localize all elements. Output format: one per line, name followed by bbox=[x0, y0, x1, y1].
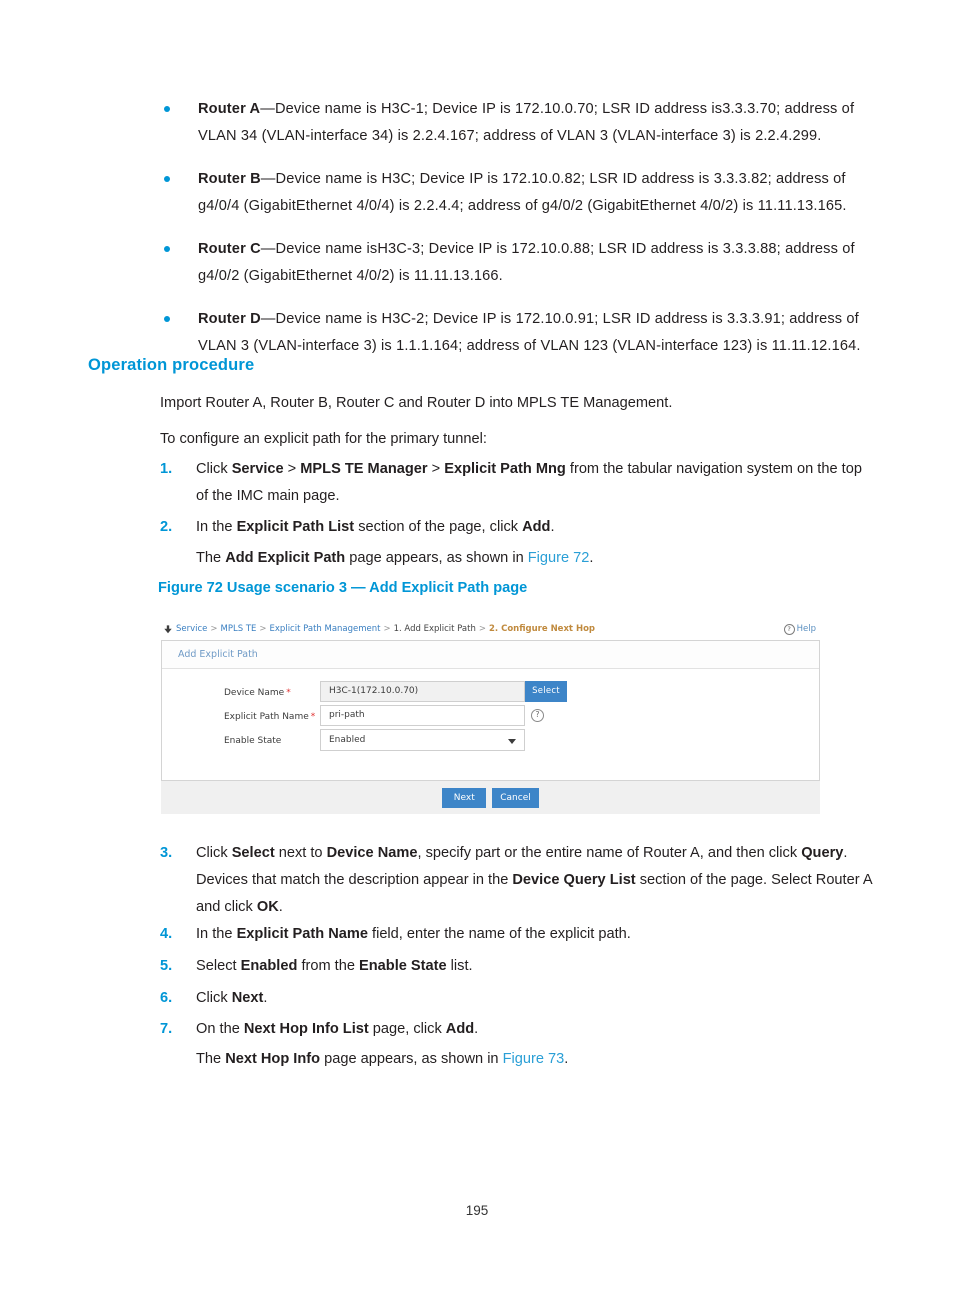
required-marker: * bbox=[286, 688, 291, 698]
step-7-note: The Next Hop Info page appears, as shown… bbox=[196, 1051, 569, 1067]
bullet-text: —Device name is H3C; Device IP is 172.10… bbox=[198, 171, 847, 214]
device-name-label: Device Name * bbox=[224, 688, 291, 698]
step-number: 5. bbox=[160, 958, 173, 974]
help-link[interactable]: ? Help bbox=[783, 623, 816, 635]
step-6: 6. Click Next. bbox=[160, 985, 872, 1012]
panel-title: Add Explicit Path bbox=[162, 641, 819, 669]
question-circle-icon[interactable]: ? bbox=[531, 709, 544, 722]
step-2-note: The Add Explicit Path page appears, as s… bbox=[196, 550, 594, 566]
bullet-dot-icon bbox=[164, 316, 170, 322]
step-text: Click Next. bbox=[196, 990, 268, 1006]
help-label: Help bbox=[796, 624, 816, 634]
breadcrumb-item-explicit-path-management[interactable]: Explicit Path Management bbox=[270, 624, 381, 634]
breadcrumb-separator: > bbox=[383, 624, 391, 634]
step-text: On the Next Hop Info List page, click Ad… bbox=[196, 1021, 479, 1037]
form-row-explicit-path-name: Explicit Path Name * pri-path ? bbox=[162, 705, 819, 729]
breadcrumb-item-add-explicit-path: 1. Add Explicit Path bbox=[393, 624, 476, 634]
next-button[interactable]: Next bbox=[442, 787, 487, 808]
question-circle-icon: ? bbox=[783, 623, 795, 635]
explicit-path-name-field-group: pri-path ? bbox=[320, 705, 544, 726]
enable-state-value: Enabled bbox=[329, 735, 366, 745]
required-marker: * bbox=[310, 712, 316, 722]
step-4: 4. In the Explicit Path Name field, ente… bbox=[160, 921, 872, 948]
page-number: 195 bbox=[465, 1203, 489, 1218]
step-1: 1. Click Service > MPLS TE Manager > Exp… bbox=[160, 456, 872, 510]
breadcrumb-item-configure-next-hop: 2. Configure Next Hop bbox=[488, 624, 595, 634]
step-number: 6. bbox=[160, 990, 173, 1006]
form-row-device-name: Device Name * H3C-1(172.10.0.70) Select bbox=[162, 681, 819, 705]
step-text: Click Service > MPLS TE Manager > Explic… bbox=[196, 461, 862, 504]
explicit-path-form: Device Name * H3C-1(172.10.0.70) Select E… bbox=[162, 669, 819, 753]
form-row-enable-state: Enable State Enabled bbox=[162, 729, 819, 753]
lead-in-paragraph: To configure an explicit path for the pr… bbox=[160, 431, 487, 447]
breadcrumb-separator: > bbox=[210, 624, 218, 634]
step-number: 2. bbox=[160, 519, 173, 535]
list-item: Router D—Device name is H3C-2; Device IP… bbox=[158, 306, 870, 360]
list-item: Router A—Device name is H3C-1; Device IP… bbox=[158, 96, 870, 150]
enable-state-label: Enable State bbox=[224, 736, 282, 746]
step-text: In the Explicit Path Name field, enter t… bbox=[196, 926, 631, 942]
list-item: Router C—Device name isH3C-3; Device IP … bbox=[158, 236, 870, 290]
bullet-dot-icon bbox=[164, 106, 170, 112]
list-item: Router B—Device name is H3C; Device IP i… bbox=[158, 166, 870, 220]
document-page: Router A—Device name is H3C-1; Device IP… bbox=[0, 0, 954, 1296]
explicit-path-name-input[interactable]: pri-path bbox=[320, 705, 525, 726]
device-name-input[interactable]: H3C-1(172.10.0.70) bbox=[320, 681, 525, 702]
bullet-lead: Router D bbox=[198, 311, 261, 327]
figure-72-screenshot: Service > MPLS TE > Explicit Path Manage… bbox=[161, 618, 820, 814]
bullet-dot-icon bbox=[164, 246, 170, 252]
enable-state-field-group: Enabled bbox=[320, 729, 525, 751]
step-text: In the Explicit Path List section of the… bbox=[196, 519, 555, 535]
device-name-field-group: H3C-1(172.10.0.70) Select bbox=[320, 681, 567, 702]
cancel-button[interactable]: Cancel bbox=[492, 787, 539, 808]
panel-footer: Next Cancel bbox=[161, 781, 820, 814]
breadcrumb-separator: > bbox=[259, 624, 267, 634]
bullet-text: —Device name isH3C-3; Device IP is 172.1… bbox=[198, 241, 855, 284]
bullet-text: —Device name is H3C-1; Device IP is 172.… bbox=[198, 101, 855, 144]
bullet-lead: Router B bbox=[198, 171, 261, 187]
breadcrumb-separator: > bbox=[478, 624, 486, 634]
home-icon bbox=[163, 624, 173, 634]
step-text: Click Select next to Device Name, specif… bbox=[196, 845, 872, 915]
step-number: 1. bbox=[160, 461, 173, 477]
add-explicit-path-panel: Add Explicit Path Device Name * H3C-1(172… bbox=[161, 640, 820, 781]
step-number: 4. bbox=[160, 926, 173, 942]
figure-caption: Figure 72 Usage scenario 3 — Add Explici… bbox=[158, 580, 528, 596]
breadcrumb: Service > MPLS TE > Explicit Path Manage… bbox=[161, 618, 820, 640]
breadcrumb-item-service[interactable]: Service bbox=[176, 624, 207, 634]
step-5: 5. Select Enabled from the Enable State … bbox=[160, 953, 872, 980]
step-7: 7. On the Next Hop Info List page, click… bbox=[160, 1016, 872, 1043]
breadcrumb-item-mpls-te[interactable]: MPLS TE bbox=[221, 624, 257, 634]
step-text: Select Enabled from the Enable State lis… bbox=[196, 958, 473, 974]
bullet-lead: Router A bbox=[198, 101, 261, 117]
section-heading: Operation procedure bbox=[88, 356, 255, 374]
enable-state-select[interactable]: Enabled bbox=[320, 729, 525, 751]
step-number: 3. bbox=[160, 845, 173, 861]
step-2: 2. In the Explicit Path List section of … bbox=[160, 514, 872, 541]
step-number: 7. bbox=[160, 1021, 173, 1037]
select-device-button[interactable]: Select bbox=[525, 681, 567, 702]
intro-paragraph: Import Router A, Router B, Router C and … bbox=[160, 395, 673, 411]
chevron-down-icon bbox=[508, 739, 516, 744]
explicit-path-name-label: Explicit Path Name * bbox=[224, 712, 316, 722]
bullet-text: —Device name is H3C-2; Device IP is 172.… bbox=[198, 311, 861, 354]
router-bullet-list: Router A—Device name is H3C-1; Device IP… bbox=[158, 96, 870, 360]
bullet-lead: Router C bbox=[198, 241, 261, 257]
step-3: 3. Click Select next to Device Name, spe… bbox=[160, 840, 872, 921]
bullet-dot-icon bbox=[164, 176, 170, 182]
